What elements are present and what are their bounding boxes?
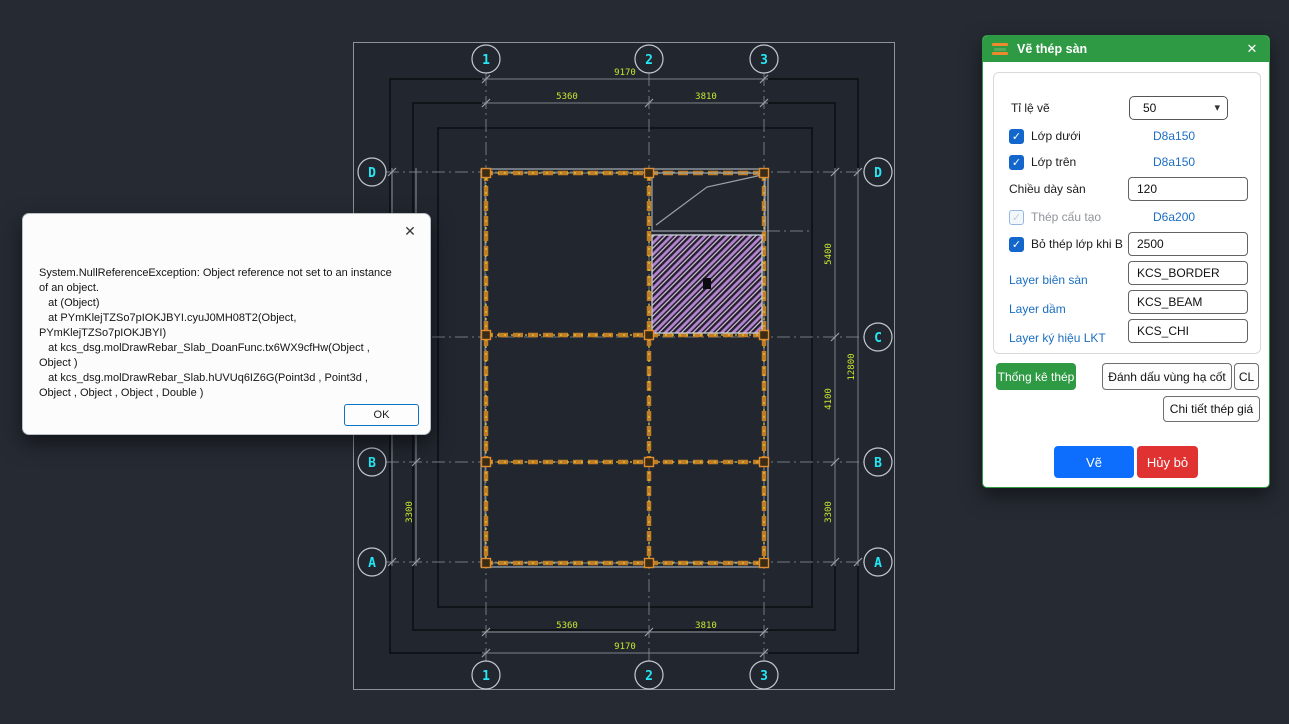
layer-lkt-input[interactable] xyxy=(1128,319,1248,343)
rebar-dialog: Vẽ thép sàn ✕ Tỉ lệ vẽ 50 ▾ ✓ Lớp dưới D… xyxy=(982,35,1270,488)
cl-button[interactable]: CL xyxy=(1234,363,1259,390)
svg-text:3300: 3300 xyxy=(405,501,415,523)
svg-text:D: D xyxy=(368,166,376,181)
svg-text:12800: 12800 xyxy=(847,353,857,380)
menu-icon xyxy=(992,43,1008,55)
layer-lkt-label[interactable]: Layer ký hiệu LKT xyxy=(1009,331,1106,346)
svg-text:1: 1 xyxy=(482,669,490,684)
chevron-down-icon: ▾ xyxy=(1214,101,1220,114)
thickness-label: Chiều dày sàn xyxy=(1009,182,1086,197)
svg-text:3810: 3810 xyxy=(695,621,717,631)
layer-border-input[interactable] xyxy=(1128,261,1248,285)
construction-rebar-link[interactable]: D6a200 xyxy=(1153,210,1195,225)
construction-rebar-checkbox[interactable]: ✓ xyxy=(1009,210,1024,225)
statistics-button[interactable]: Thống kê thép xyxy=(996,363,1076,390)
svg-text:5400: 5400 xyxy=(824,243,834,265)
svg-text:2: 2 xyxy=(645,669,653,684)
svg-text:9170: 9170 xyxy=(614,68,636,78)
svg-text:A: A xyxy=(368,556,376,571)
mark-zone-button[interactable]: Đánh dấu vùng hạ cốt xyxy=(1102,363,1232,390)
svg-text:B: B xyxy=(368,456,376,471)
thickness-input[interactable] xyxy=(1128,177,1248,201)
svg-text:5360: 5360 xyxy=(556,621,578,631)
svg-text:3810: 3810 xyxy=(695,92,717,102)
svg-text:B: B xyxy=(874,456,882,471)
drawing-frame xyxy=(354,43,895,690)
svg-text:5360: 5360 xyxy=(556,92,578,102)
svg-text:9170: 9170 xyxy=(614,642,636,652)
svg-text:A: A xyxy=(874,556,882,571)
svg-text:1: 1 xyxy=(482,53,490,68)
lower-layer-link[interactable]: D8a150 xyxy=(1153,129,1195,144)
layer-border-label[interactable]: Layer biên sàn xyxy=(1009,273,1088,288)
ok-button[interactable]: OK xyxy=(344,404,419,426)
upper-layer-checkbox[interactable]: ✓ xyxy=(1009,155,1024,170)
app-root: { "icons": { "close": "✕", "caret_down":… xyxy=(0,0,1289,724)
lower-layer-label: Lớp dưới xyxy=(1031,129,1081,144)
svg-text:2: 2 xyxy=(645,53,653,68)
detail-button[interactable]: Chi tiết thép giá xyxy=(1163,396,1260,422)
svg-text:4100: 4100 xyxy=(824,388,834,410)
rebar-dialog-titlebar[interactable]: Vẽ thép sàn ✕ xyxy=(983,36,1269,62)
dialog-title: Vẽ thép sàn xyxy=(1017,36,1087,62)
cad-viewport: 1 2 3 1 2 3 D B A D C B A 9170 5360 3810… xyxy=(353,42,895,690)
skip-layer-input[interactable] xyxy=(1128,232,1248,256)
close-icon[interactable]: ✕ xyxy=(401,222,419,240)
svg-text:D: D xyxy=(874,166,882,181)
error-dialog: ✕ System.NullReferenceException: Object … xyxy=(22,213,431,435)
lower-layer-checkbox[interactable]: ✓ xyxy=(1009,129,1024,144)
svg-text:C: C xyxy=(874,331,882,346)
skip-layer-label: Bỏ thép lớp khi B xyxy=(1031,237,1123,252)
scale-label: Tỉ lệ vẽ xyxy=(1011,101,1050,116)
scale-value: 50 xyxy=(1143,101,1156,115)
close-icon[interactable]: ✕ xyxy=(1244,41,1260,57)
error-message: System.NullReferenceException: Object re… xyxy=(39,266,419,401)
svg-text:3300: 3300 xyxy=(824,501,834,523)
construction-rebar-label: Thép cấu tạo xyxy=(1031,210,1101,225)
skip-layer-checkbox[interactable]: ✓ xyxy=(1009,237,1024,252)
cancel-button[interactable]: Hủy bỏ xyxy=(1137,446,1198,478)
upper-layer-label: Lớp trên xyxy=(1031,155,1076,170)
svg-text:3: 3 xyxy=(760,53,768,68)
svg-text:3: 3 xyxy=(760,669,768,684)
upper-layer-link[interactable]: D8a150 xyxy=(1153,155,1195,170)
scale-dropdown[interactable]: 50 ▾ xyxy=(1129,96,1228,120)
layer-beam-label[interactable]: Layer dầm xyxy=(1009,302,1066,317)
layer-beam-input[interactable] xyxy=(1128,290,1248,314)
draw-button[interactable]: Vẽ xyxy=(1054,446,1134,478)
hatch-zone-mark xyxy=(703,278,711,289)
